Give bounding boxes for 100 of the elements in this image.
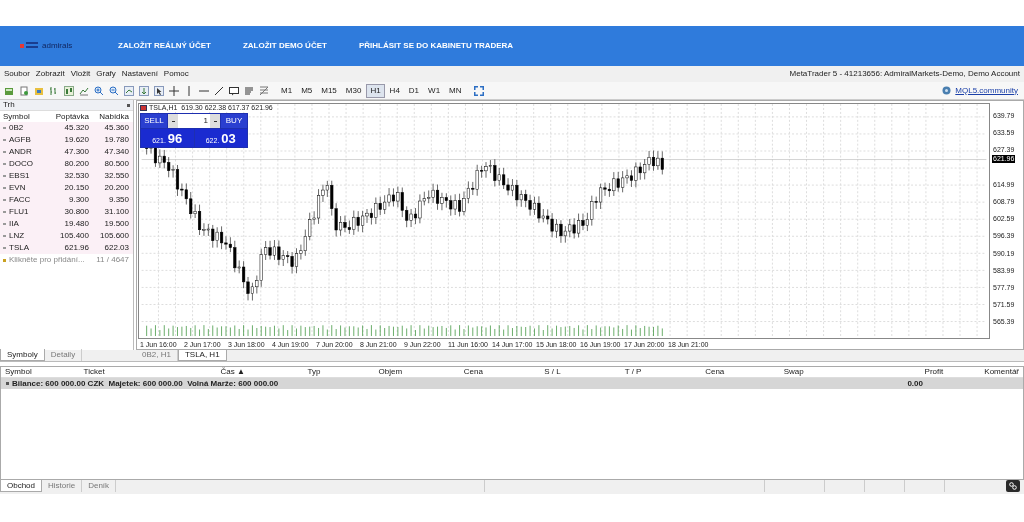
trend-line-icon[interactable] [214, 85, 224, 96]
bid-price: 80.200 [63, 160, 89, 168]
ask-price: 105.600 [99, 232, 129, 240]
fullscreen-icon[interactable] [473, 85, 484, 96]
tab[interactable]: Obchod [0, 480, 43, 492]
row-marker-icon [3, 139, 6, 141]
symbol-name: LNZ [9, 232, 25, 240]
community-icon [942, 86, 952, 95]
tab[interactable]: Historie [42, 480, 83, 492]
document-icon[interactable] [19, 85, 29, 96]
zoom-out-icon[interactable] [109, 85, 119, 96]
sell-button[interactable]: SELL [141, 114, 167, 128]
menu-item[interactable]: Vložit [70, 70, 91, 78]
timeframe-button[interactable]: M1 [277, 83, 297, 98]
column-header[interactable]: Typ [303, 368, 375, 376]
cursor-icon[interactable] [154, 85, 164, 96]
column-header[interactable]: Cena [459, 368, 541, 376]
tab[interactable]: 0B2, H1 [136, 349, 178, 361]
timeframe-button[interactable]: M15 [317, 83, 341, 98]
timeframe-button[interactable]: H1 [366, 83, 385, 98]
bid-price: 30.800 [63, 208, 89, 216]
column-header[interactable]: Symbol [3, 112, 47, 121]
folder-icon[interactable] [34, 85, 44, 96]
add-symbol-hint[interactable]: Klikněte pro přidání... [9, 256, 85, 264]
symbol-count: 11 / 4647 [95, 256, 129, 264]
timeframe-button[interactable]: H4 [385, 83, 404, 98]
bid-price: 32.530 [63, 172, 89, 180]
ask-price: 32.550 [103, 172, 129, 180]
symbol-row[interactable]: FACC 9.300 9.350 [0, 194, 133, 206]
timeframe-button[interactable]: M5 [297, 83, 317, 98]
menu-item[interactable]: Nastavení [121, 70, 158, 78]
nav-link[interactable]: PŘIHLÁSIT SE DO KABINETU TRADERA [358, 40, 514, 52]
symbol-row[interactable]: DOCO 80.200 80.500 [0, 158, 133, 170]
symbol-row[interactable]: FLU1 30.800 31.100 [0, 206, 133, 218]
logo-text: admirals [42, 40, 73, 52]
menu-item[interactable]: Zobrazit [35, 70, 65, 78]
symbol-row[interactable]: EVN 20.150 20.200 [0, 182, 133, 194]
candles-icon[interactable] [64, 85, 74, 96]
column-header[interactable]: Swap [779, 368, 872, 376]
column-header[interactable]: T / P [620, 368, 702, 376]
symbol-name: EVN [9, 184, 26, 192]
chart-shift-icon[interactable] [124, 85, 134, 96]
line-chart-icon[interactable] [79, 85, 89, 96]
flag-icon [140, 104, 147, 111]
close-icon[interactable] [127, 103, 130, 107]
symbol-row[interactable]: TSLA 621.96 622.03 [0, 242, 133, 254]
profit-value: 0.00 [906, 379, 923, 388]
new-chart-icon[interactable] [4, 85, 14, 96]
tab[interactable]: Detaily [44, 349, 83, 361]
bar-chart-icon[interactable] [49, 85, 59, 96]
column-header[interactable]: Objem [374, 368, 460, 376]
column-header[interactable]: Komentář [947, 368, 1023, 376]
symbol-row[interactable]: 0B2 45.320 45.360 [0, 122, 133, 134]
buy-button[interactable]: BUY [221, 114, 247, 128]
bid-price: 47.300 [63, 148, 89, 156]
balance-text: Bilance: 600 000.00 CZK Majetek: 600 000.00 Volná Marže: 600 000.00 [12, 379, 279, 388]
column-header[interactable]: Profit [871, 368, 948, 376]
row-marker-icon [3, 235, 6, 237]
symbol-row[interactable]: ANDR 47.300 47.340 [0, 146, 133, 158]
symbol-name: 0B2 [9, 124, 24, 132]
ask-price: 31.100 [103, 208, 129, 216]
bid-price: 621.96 [63, 244, 89, 252]
symbol-row[interactable]: EBS1 32.530 32.550 [0, 170, 133, 182]
connection-icon[interactable] [1006, 480, 1020, 492]
menu-item[interactable]: Grafy [96, 70, 116, 78]
timeframe-button[interactable]: M30 [341, 83, 366, 98]
bid-price: 105.400 [59, 232, 89, 240]
row-marker-icon [3, 175, 6, 177]
nav-link[interactable]: ZALOŽIT DEMO ÚČET [242, 40, 327, 52]
crosshair-icon[interactable] [169, 85, 179, 96]
community-link[interactable]: MQL5.community [955, 86, 1018, 95]
column-header[interactable]: Cena [701, 368, 780, 376]
autoscroll-icon[interactable] [139, 85, 149, 96]
timeframe-button[interactable]: W1 [424, 83, 445, 98]
tab[interactable]: Deník [82, 480, 117, 492]
column-header[interactable]: S / L [540, 368, 621, 376]
symbol-row[interactable]: AGFB 19.620 19.780 [0, 134, 133, 146]
ask-price: 19.780 [103, 136, 129, 144]
symbol-name: AGFB [9, 136, 31, 144]
column-header[interactable]: Symbol [1, 368, 80, 376]
timeframe-button[interactable]: MN [445, 83, 466, 98]
tab[interactable]: Symboly [0, 349, 45, 361]
ask-price: 9.350 [107, 196, 129, 204]
zoom-in-icon[interactable] [94, 85, 104, 96]
row-marker-icon [3, 187, 6, 189]
column-header[interactable]: Poptávka [47, 112, 89, 121]
row-marker-icon [3, 199, 6, 201]
column-header[interactable]: Čas ▲ [216, 368, 304, 376]
nav-link[interactable]: ZALOŽIT REÁLNÝ ÚČET [118, 40, 211, 52]
symbol-row[interactable]: IIA 19.480 19.500 [0, 218, 133, 230]
row-marker-icon [3, 127, 6, 129]
column-header[interactable]: Nabídka [89, 112, 129, 121]
comment-icon[interactable] [229, 85, 239, 96]
symbol-row[interactable]: LNZ 105.400 105.600 [0, 230, 133, 242]
menu-item[interactable]: Pomoc [163, 70, 189, 78]
column-header[interactable]: Ticket [79, 368, 217, 376]
menu-item[interactable]: Soubor [4, 70, 30, 78]
timeframe-button[interactable]: D1 [404, 83, 424, 98]
ask-price: 19.500 [103, 220, 129, 228]
row-marker-icon [3, 247, 6, 249]
